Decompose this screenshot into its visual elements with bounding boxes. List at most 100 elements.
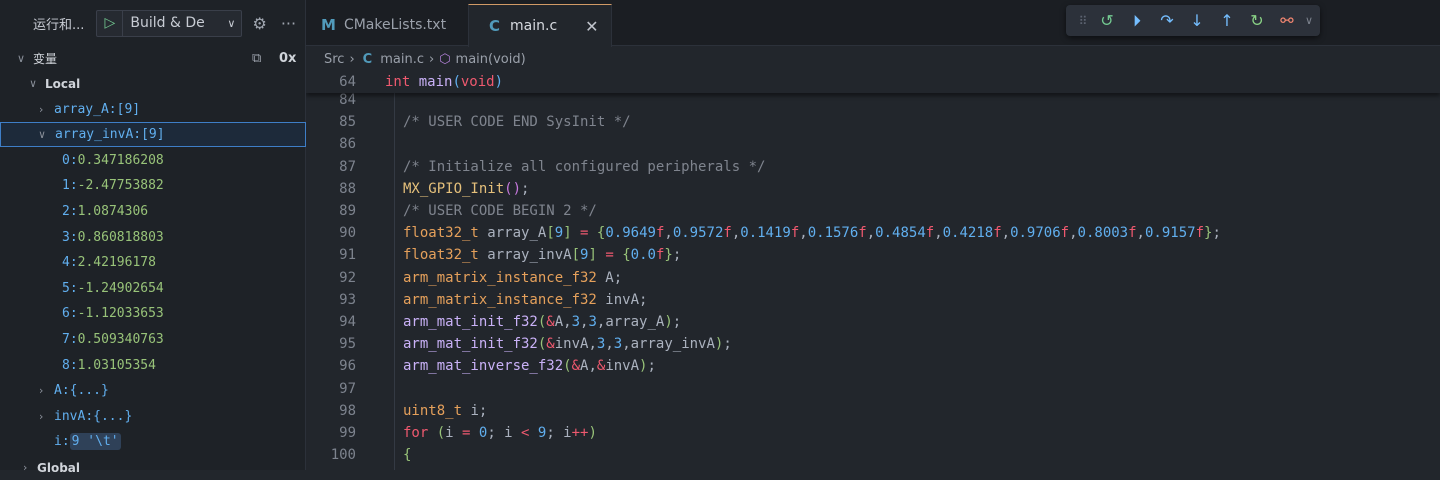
code-line[interactable]: 90 float32_t array_A[9] = {0.9649f,0.9572…: [306, 222, 1440, 244]
code-text: /* USER CODE END SysInit */: [403, 114, 631, 130]
element-value: 1.03105354: [77, 357, 156, 373]
code-token: ;: [723, 336, 732, 353]
code-token: &: [546, 336, 555, 353]
c-file-icon: C: [489, 17, 501, 35]
separator: :: [69, 357, 78, 373]
array-element[interactable]: 1: -2.47753882: [0, 173, 306, 198]
variables-section-header[interactable]: ∨ 变量 ⧉ 0x: [0, 46, 306, 71]
variable-invA[interactable]: › invA: {...}: [0, 404, 306, 429]
variable-name: i: [54, 434, 62, 450]
code-line[interactable]: 89 /* USER CODE BEGIN 2 */: [306, 200, 1440, 222]
code-line[interactable]: 101: [306, 466, 1440, 470]
code-token: 0.8003: [1077, 225, 1129, 242]
array-element[interactable]: 5: -1.24902654: [0, 276, 306, 301]
code-token: (: [563, 358, 572, 375]
code-token: A;: [605, 269, 623, 286]
restart-icon[interactable]: ↻: [1242, 11, 1272, 30]
scope-global[interactable]: › Global: [0, 455, 306, 480]
code-line[interactable]: 96 arm_mat_inverse_f32(&A,&invA);: [306, 355, 1440, 377]
code-token: =: [462, 425, 479, 441]
chevron-right-icon[interactable]: ›: [34, 384, 48, 397]
code-token: A,: [554, 314, 572, 330]
code-token: ;: [672, 314, 682, 330]
tab-main-c[interactable]: C main.c ✕: [468, 4, 612, 47]
code-token: arm_matrix_instance_f32: [403, 269, 606, 286]
array-element[interactable]: 3: 0.860818803: [0, 225, 306, 250]
code-token: =: [571, 225, 597, 242]
code-token: f: [1060, 225, 1070, 242]
array-element[interactable]: 8: 1.03105354: [0, 353, 306, 378]
separator: :: [69, 332, 78, 347]
code-token: &: [546, 314, 555, 330]
start-debug-icon[interactable]: ▷: [97, 10, 124, 36]
collapse-all-icon[interactable]: ⧉: [252, 51, 261, 66]
array-element[interactable]: 4: 2.42196178: [0, 250, 306, 275]
close-icon[interactable]: ✕: [585, 17, 598, 36]
code-token: arm_mat_init_f32: [403, 314, 538, 330]
code-token: f: [925, 225, 935, 242]
chevron-right-icon[interactable]: ›: [34, 410, 48, 423]
breadcrumb-symbol[interactable]: main(void): [456, 52, 526, 67]
code-line[interactable]: 87 /* Initialize all configured periphera…: [306, 156, 1440, 178]
launch-config-label[interactable]: Build & De: [123, 15, 227, 31]
step-out-icon[interactable]: ↑: [1212, 11, 1242, 30]
code-line[interactable]: 92 arm_matrix_instance_f32 A;: [306, 267, 1440, 289]
code-line[interactable]: 85 /* USER CODE END SysInit */: [306, 111, 1440, 133]
continue-icon[interactable]: ⏵: [1122, 11, 1152, 31]
code-line[interactable]: 98 uint8_t i;: [306, 400, 1440, 422]
gear-icon[interactable]: ⚙: [252, 14, 266, 33]
chevron-right-icon[interactable]: ›: [18, 461, 32, 474]
launch-config-selector[interactable]: ▷ Build & De ∨: [96, 9, 243, 37]
chevron-down-icon: ∨: [16, 52, 26, 65]
code-line[interactable]: 88 MX_GPIO_Init();: [306, 178, 1440, 200]
array-element[interactable]: 7: 0.509340763: [0, 327, 306, 352]
code-line[interactable]: 97: [306, 378, 1440, 400]
hex-toggle[interactable]: 0x: [279, 51, 296, 66]
line-number: 99: [339, 425, 356, 441]
code-token: ]: [563, 225, 572, 242]
array-element[interactable]: 0: 0.347186208: [0, 148, 306, 173]
step-into-icon[interactable]: ↓: [1182, 11, 1212, 30]
more-icon[interactable]: ···: [281, 14, 296, 33]
variable-value: {...}: [69, 383, 109, 399]
breadcrumb-file[interactable]: main.c: [380, 52, 424, 67]
code-editor[interactable]: 64 int main(void) 84 85/* USER CODE END S…: [306, 71, 1440, 470]
code-line[interactable]: 86: [306, 133, 1440, 155]
line-number: 95: [339, 336, 356, 353]
scope-local[interactable]: ∨ Local: [0, 71, 306, 96]
code-line[interactable]: 100 {: [306, 444, 1440, 466]
line-number: 92: [339, 269, 356, 286]
chevron-down-icon[interactable]: ∨: [1302, 14, 1316, 27]
drag-handle-icon[interactable]: ⠿: [1074, 14, 1092, 28]
chevron-down-icon[interactable]: ∨: [227, 17, 241, 30]
sticky-scroll-line[interactable]: 64 int main(void): [306, 71, 1440, 93]
reset-device-icon[interactable]: ↺: [1092, 11, 1122, 30]
array-element[interactable]: 6: -1.12033653: [0, 301, 306, 326]
code-line[interactable]: 91 float32_t array_invA[9] = {0.0f};: [306, 244, 1440, 266]
code-line[interactable]: 94 arm_mat_init_f32(&A,3,3,array_A);: [306, 311, 1440, 333]
breadcrumb-folder[interactable]: Src: [324, 52, 344, 67]
code-token: ++: [571, 425, 589, 441]
chevron-right-icon[interactable]: ›: [34, 103, 48, 116]
code-line[interactable]: 95 arm_mat_init_f32(&invA,3,3,array_invA)…: [306, 333, 1440, 355]
tab-cmakelists[interactable]: M CMakeLists.txt: [306, 4, 468, 46]
code-token: float32_t: [403, 247, 488, 264]
chevron-down-icon[interactable]: ∨: [35, 128, 49, 141]
array-element[interactable]: 2: 1.0874306: [0, 199, 306, 224]
code-line[interactable]: 93 arm_matrix_instance_f32 invA;: [306, 289, 1440, 311]
variable-array_A[interactable]: › array_A: [9]: [0, 97, 306, 122]
line-number: 64: [339, 74, 356, 90]
variable-array_invA[interactable]: ∨ array_invA: [9]: [0, 122, 306, 148]
variable-i[interactable]: i: 9 '\t': [0, 429, 306, 454]
line-number: 97: [339, 380, 356, 397]
variable-A[interactable]: › A: {...}: [0, 378, 306, 403]
cmake-file-icon: M: [321, 16, 336, 34]
code-line[interactable]: 99 for (i = 0; i < 9; i++): [306, 422, 1440, 444]
code-token: [: [546, 225, 555, 242]
code-token: ,: [799, 225, 808, 242]
separator: :: [85, 408, 94, 424]
step-over-icon[interactable]: ↷: [1152, 11, 1182, 30]
line-number: 86: [339, 136, 356, 153]
code-text: float32_t array_A[9] = {0.9649f,0.9572f,…: [403, 225, 1221, 241]
disconnect-icon[interactable]: ⚯: [1272, 11, 1302, 30]
